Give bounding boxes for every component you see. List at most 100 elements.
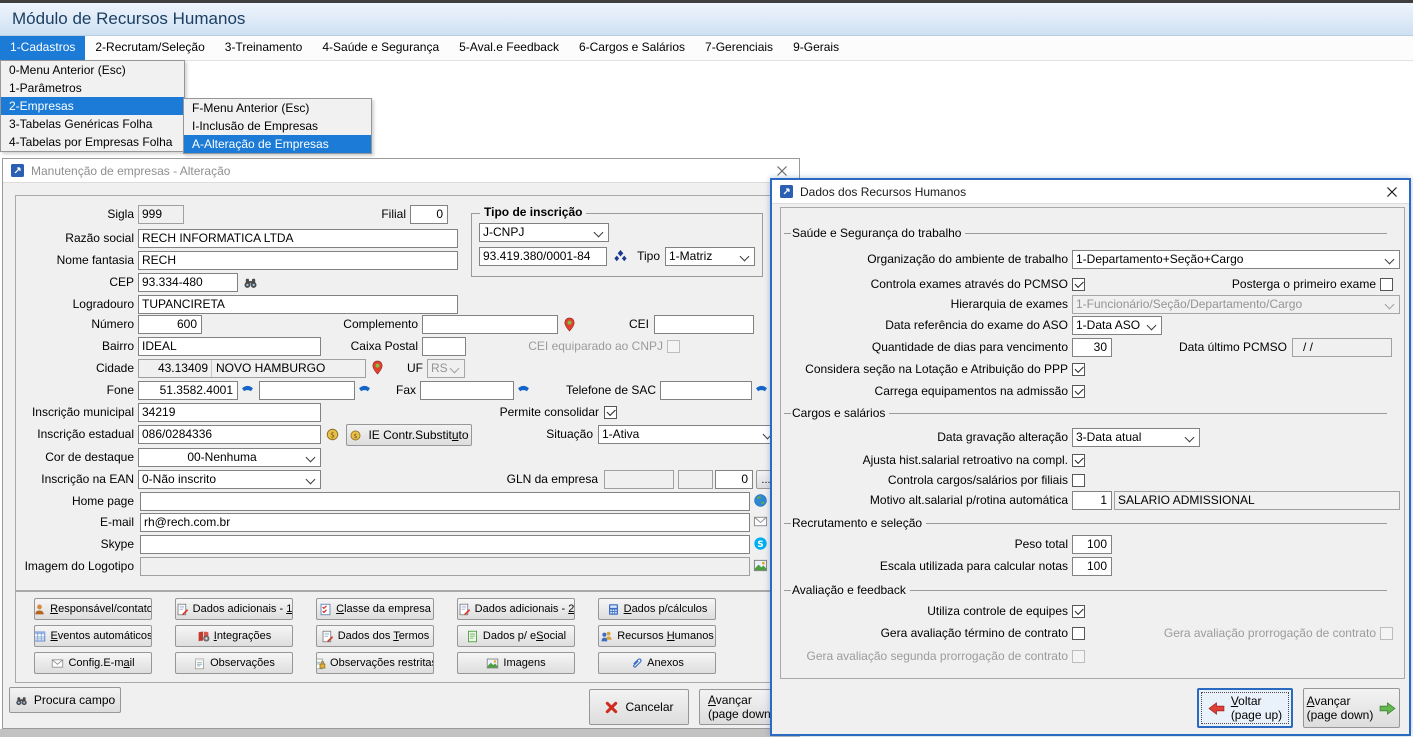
cidade-map-pin-icon[interactable] (370, 360, 385, 375)
avancar-sublabel: (page down) (1307, 708, 1374, 722)
skype-input[interactable] (140, 535, 750, 554)
filial-input[interactable]: 0 (410, 205, 448, 224)
escala-input[interactable]: 100 (1072, 557, 1112, 576)
anexos-button[interactable]: Anexos (598, 652, 716, 674)
menu-item-tabelas-genericas[interactable]: 3-Tabelas Genéricas Folha (1, 115, 184, 133)
fax-input[interactable] (420, 381, 514, 400)
recursos-humanos-button[interactable]: Recursos Humanos (598, 625, 716, 647)
cep-input[interactable]: 93.334-480 (138, 273, 238, 292)
caixa-postal-input[interactable] (422, 337, 466, 356)
nome-fantasia-input[interactable]: RECH (138, 251, 458, 270)
fone-input[interactable]: 51.3582.4001 (138, 381, 238, 400)
menu-treinamento[interactable]: 3-Treinamento (215, 36, 313, 60)
observacoes-restritas-button[interactable]: Observações restritas (316, 652, 434, 674)
cor-destaque-label: Cor de destaque (5, 448, 134, 467)
fax-phone-icon[interactable] (516, 383, 531, 398)
complemento-input[interactable] (422, 315, 558, 334)
menu-saude-seguranca[interactable]: 4-Saúde e Segurança (312, 36, 449, 60)
dados-esocial-button[interactable]: Dados p/ eSocial (457, 625, 575, 647)
cep-search-binoculars-icon[interactable] (243, 275, 258, 290)
data-pcmso-input: / / (1292, 338, 1392, 357)
motivo-codigo-input[interactable]: 1 (1072, 491, 1112, 510)
cancelar-button[interactable]: Cancelar (589, 689, 689, 725)
config-email-button[interactable]: Config.E-mail (34, 652, 152, 674)
ppp-checkbox[interactable] (1072, 363, 1085, 376)
close-icon[interactable] (1383, 186, 1401, 198)
menu-cargos-salarios[interactable]: 6-Cargos e Salários (569, 36, 695, 60)
controla-pcmso-checkbox[interactable] (1072, 278, 1085, 291)
menu-cadastros[interactable]: 1-Cadastros (0, 36, 85, 60)
people-icon (600, 630, 613, 643)
telefone-sac-input[interactable] (660, 381, 752, 400)
ie-contr-substituto-button[interactable]: IE Contr.Substituto (346, 424, 472, 446)
razao-social-input[interactable]: RECH INFORMATICA LTDA (138, 229, 458, 248)
observacoes-button[interactable]: Observações (175, 652, 293, 674)
logradouro-input[interactable]: TUPANCIRETA (138, 295, 458, 314)
controla-filiais-checkbox[interactable] (1072, 474, 1085, 487)
submenu-item-menu-anterior[interactable]: F-Menu Anterior (Esc) (184, 99, 371, 117)
dados-calculos-button[interactable]: Dados p/cálculos (598, 598, 716, 620)
image-icon[interactable] (753, 558, 768, 573)
logotipo-input (140, 557, 750, 576)
avancar-button-rh[interactable]: Avançar (page down) (1303, 688, 1400, 728)
menu-item-tabelas-empresas[interactable]: 4-Tabelas por Empresas Folha (1, 133, 184, 151)
fone-phone-icon[interactable] (240, 383, 255, 398)
map-pin-icon[interactable] (562, 317, 577, 332)
controle-equipes-checkbox[interactable] (1072, 605, 1085, 618)
situacao-select[interactable]: 1-Ativa (598, 425, 778, 444)
green-right-arrow-icon (1379, 702, 1396, 715)
submenu-item-alteracao[interactable]: A-Alteração de Empresas (184, 135, 371, 153)
imagens-button[interactable]: Imagens (457, 652, 575, 674)
close-icon[interactable] (773, 165, 791, 177)
ajusta-hist-checkbox[interactable] (1072, 454, 1085, 467)
cancelar-label: Cancelar (625, 700, 673, 714)
envelope-icon[interactable] (753, 514, 768, 529)
inscricao-ean-select[interactable]: 0-Não inscrito (138, 470, 321, 489)
menu-item-empresas[interactable]: 2-Empresas (1, 97, 184, 115)
receita-federal-icon[interactable] (613, 249, 628, 264)
inscricao-estadual-coin-icon[interactable] (325, 427, 340, 442)
menu-item-menu-anterior[interactable]: 0-Menu Anterior (Esc) (1, 61, 184, 79)
dados-termos-button[interactable]: Dados dos Termos (316, 625, 434, 647)
avaliacao-termino-checkbox[interactable] (1072, 627, 1085, 640)
data-aso-select[interactable]: 1-Data ASO (1072, 316, 1162, 335)
numero-input[interactable]: 600 (138, 315, 202, 334)
gln-digito-input[interactable]: 0 (715, 470, 753, 489)
sac-phone-icon[interactable] (754, 383, 769, 398)
empresa-dialog-titlebar: Manutenção de empresas - Alteração (3, 159, 799, 183)
permite-consolidar-checkbox[interactable] (604, 406, 617, 419)
dados-adicionais-1-button[interactable]: Dados adicionais - 1 (175, 598, 293, 620)
home-page-input[interactable] (140, 492, 750, 511)
group-legend-label: Cargos e salários (791, 406, 889, 420)
filial-label: Filial (333, 205, 406, 224)
organizacao-select[interactable]: 1-Departamento+Seção+Cargo (1072, 250, 1400, 269)
peso-total-input[interactable]: 100 (1072, 535, 1112, 554)
classe-empresa-button[interactable]: Classe da empresa (316, 598, 434, 620)
sigla-input[interactable]: 999 (138, 205, 184, 224)
submenu-item-inclusao[interactable]: I-Inclusão de Empresas (184, 117, 371, 135)
procura-campo-button[interactable]: Procura campo (9, 687, 121, 713)
skype-icon[interactable] (753, 536, 768, 551)
inscricao-estadual-input[interactable]: 086/0284336 (138, 425, 321, 444)
globe-icon[interactable] (753, 493, 768, 508)
menu-recrutam-selecao[interactable]: 2-Recrutam/Seleção (85, 36, 214, 60)
eventos-automaticos-button[interactable]: Eventos automáticos (34, 625, 152, 647)
integracoes-button[interactable]: Integrações (175, 625, 293, 647)
dados-adicionais-2-button[interactable]: Dados adicionais - 2 (457, 598, 575, 620)
tipo-matriz-select[interactable]: 1-Matriz (665, 247, 755, 266)
voltar-button[interactable]: Voltar (page up) (1197, 688, 1293, 728)
responsavel-contato-button[interactable]: Responsável/contato (34, 598, 152, 620)
menu-gerais[interactable]: 9-Gerais (783, 36, 849, 60)
equipamentos-checkbox[interactable] (1072, 385, 1085, 398)
email-input[interactable]: rh@rech.com.br (140, 513, 750, 532)
inscricao-municipal-input[interactable]: 34219 (138, 403, 321, 422)
tipo-documento-select[interactable]: J-CNPJ (479, 223, 609, 242)
posterga-checkbox[interactable] (1380, 278, 1393, 291)
menu-item-parametros[interactable]: 1-Parâmetros (1, 79, 184, 97)
menu-aval-feedback[interactable]: 5-Aval.e Feedback (449, 36, 569, 60)
data-gravacao-select[interactable]: 3-Data atual (1072, 428, 1200, 447)
menu-gerenciais[interactable]: 7-Gerenciais (695, 36, 783, 60)
cei-input[interactable] (654, 315, 754, 334)
cnpj-input[interactable]: 93.419.380/0001-84 (479, 247, 607, 266)
cor-destaque-select[interactable]: 00-Nenhuma (138, 448, 321, 467)
